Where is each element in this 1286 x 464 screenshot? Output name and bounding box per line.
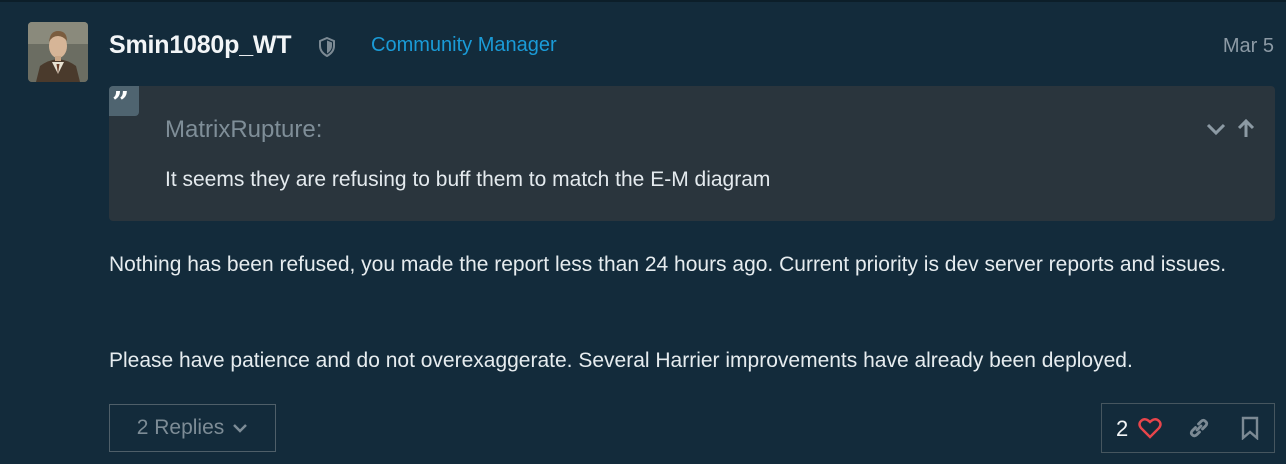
chevron-down-icon	[233, 424, 248, 433]
replies-button[interactable]: 2 Replies	[109, 404, 276, 452]
svg-text:”: ”	[112, 86, 129, 116]
post-paragraph: Please have patience and do not overexag…	[109, 349, 1133, 372]
top-divider	[0, 0, 1286, 2]
username[interactable]: Smin1080p_WT	[109, 31, 292, 60]
like-count[interactable]: 2	[1116, 416, 1128, 442]
quote-block: ” MatrixRupture: It seems they are refus…	[109, 86, 1275, 221]
link-icon[interactable]	[1187, 416, 1211, 440]
replies-label: 2 Replies	[136, 416, 225, 439]
user-title-badge[interactable]: Community Manager	[371, 34, 557, 57]
heart-icon[interactable]	[1138, 417, 1162, 439]
post-paragraph: Nothing has been refused, you made the r…	[109, 253, 1227, 276]
post-actions: 2	[1101, 403, 1275, 453]
quote-text: It seems they are refusing to buff them …	[165, 168, 771, 191]
shield-icon	[319, 37, 335, 57]
avatar[interactable]	[28, 22, 88, 82]
quote-author[interactable]: MatrixRupture:	[165, 116, 322, 144]
bookmark-icon[interactable]	[1240, 416, 1260, 440]
arrow-up-icon[interactable]	[1235, 117, 1257, 139]
post-date[interactable]: Mar 5	[1223, 35, 1274, 58]
quote-icon: ”	[109, 86, 139, 121]
quote-controls	[1205, 117, 1265, 141]
chevron-down-icon[interactable]	[1205, 119, 1227, 139]
